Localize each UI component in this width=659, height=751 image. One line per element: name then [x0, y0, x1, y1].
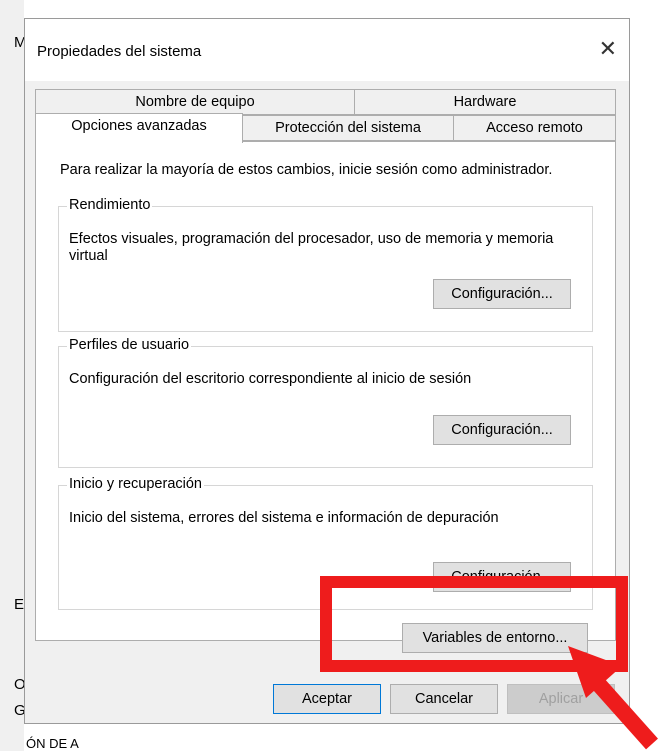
group-inicio-y-recuperacion: Inicio y recuperación Inicio del sistema… — [58, 476, 593, 610]
tab-label: Nombre de equipo — [135, 94, 255, 110]
tab-nombre-de-equipo[interactable]: Nombre de equipo — [35, 89, 355, 115]
system-properties-dialog: Propiedades del sistema ✕ Nombre de equi… — [24, 18, 630, 724]
group-description: Inicio del sistema, errores del sistema … — [69, 510, 499, 526]
group-title: Inicio y recuperación — [67, 476, 204, 492]
close-icon[interactable]: ✕ — [599, 38, 617, 60]
tab-panel: Para realizar la mayoría de estos cambio… — [35, 141, 616, 653]
background-window — [0, 0, 24, 751]
apply-button[interactable]: Aplicar — [507, 684, 615, 714]
tab-label: Acceso remoto — [486, 120, 583, 136]
tab-opciones-avanzadas[interactable]: Opciones avanzadas — [35, 113, 243, 143]
startup-recovery-settings-button[interactable]: Configuración... — [433, 562, 571, 592]
tab-label: Protección del sistema — [275, 120, 421, 136]
group-description: Configuración del escritorio correspondi… — [69, 371, 472, 387]
title-bar[interactable]: Propiedades del sistema ✕ — [25, 19, 629, 81]
background-text: ÓN DE A — [26, 736, 79, 751]
tab-hardware[interactable]: Hardware — [354, 89, 616, 115]
group-rendimiento: Rendimiento Efectos visuales, programaci… — [58, 197, 593, 332]
group-description: Efectos visuales, programación del proce… — [69, 231, 554, 264]
tab-label: Hardware — [453, 94, 517, 110]
tab-proteccion-del-sistema[interactable]: Protección del sistema — [242, 115, 454, 141]
performance-settings-button[interactable]: Configuración... — [433, 279, 571, 309]
group-perfiles-de-usuario: Perfiles de usuario Configuración del es… — [58, 337, 593, 468]
background-text: E — [14, 596, 25, 613]
tab-label: Opciones avanzadas — [71, 118, 207, 134]
dialog-title: Propiedades del sistema — [37, 43, 202, 60]
tab-acceso-remoto[interactable]: Acceso remoto — [453, 115, 616, 141]
group-title: Rendimiento — [67, 197, 153, 213]
cancel-button[interactable]: Cancelar — [390, 684, 498, 714]
user-profiles-settings-button[interactable]: Configuración... — [433, 415, 571, 445]
environment-variables-button[interactable]: Variables de entorno... — [402, 623, 588, 653]
ok-button[interactable]: Aceptar — [273, 684, 381, 714]
admin-note: Para realizar la mayoría de estos cambio… — [60, 162, 553, 178]
group-title: Perfiles de usuario — [67, 337, 192, 353]
screenshot-frame: M E O G ÓN DE A Propiedades del sistema … — [0, 0, 659, 751]
